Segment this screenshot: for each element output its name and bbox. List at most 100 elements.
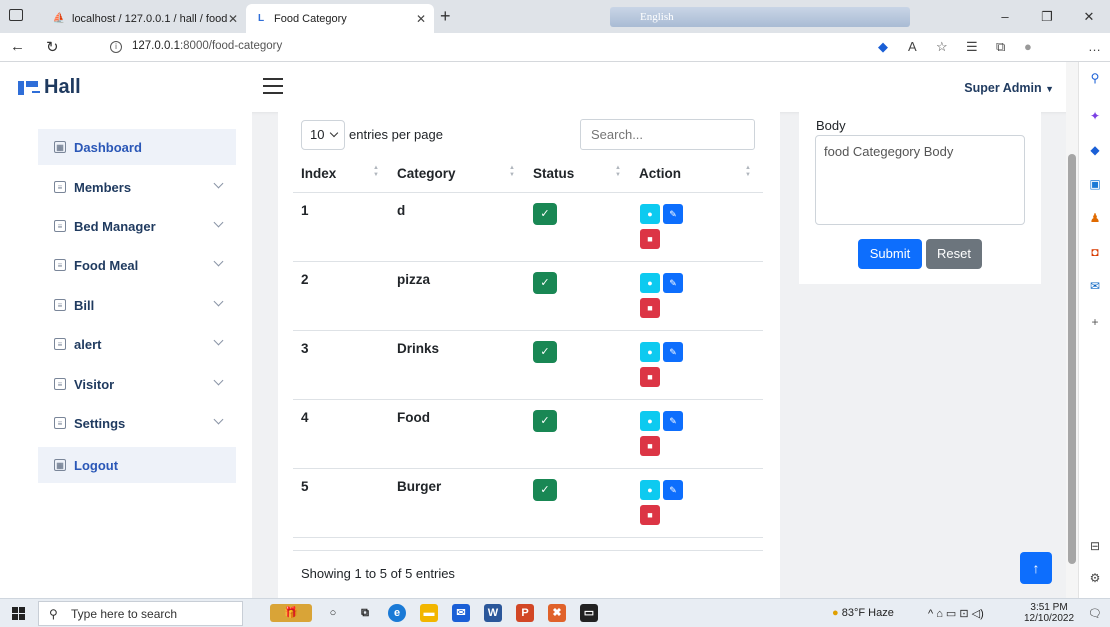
cortana-icon[interactable]: ○ [324,604,342,622]
table-row: 2 pizza ✓ ● ✎ ■ [293,262,763,331]
favorites-list-icon[interactable]: ☰ [966,39,978,55]
sidebar-item-logout[interactable]: ▦ Logout [38,447,236,483]
sidebar-item-visitor[interactable]: ≡ Visitor [38,366,236,402]
taskbar-search-field[interactable]: ⚲ Type here to search [38,601,243,626]
view-button[interactable]: ● [640,342,660,362]
row-index: 3 [301,341,309,356]
word-icon[interactable]: W [484,604,502,622]
minimize-icon[interactable]: – [984,0,1026,33]
body-textarea[interactable]: food Categegory Body [815,135,1025,225]
sidebar-item-food-meal[interactable]: ≡ Food Meal [38,247,236,283]
close-tab-icon[interactable]: ✕ [416,12,426,26]
status-check-button[interactable]: ✓ [533,203,557,225]
sidebar-item-settings[interactable]: ≡ Settings [38,405,236,441]
delete-button[interactable]: ■ [640,505,660,525]
close-window-icon[interactable]: ✕ [1068,0,1110,33]
file-explorer-icon[interactable]: ▬ [420,604,438,622]
refresh-icon[interactable]: ↻ [46,38,59,56]
edit-button[interactable]: ✎ [663,204,683,224]
outlook-icon[interactable]: ✉ [1087,278,1103,294]
url-host: 127.0.0.1 [132,40,180,52]
view-button[interactable]: ● [640,411,660,431]
sort-icon[interactable]: ▲ ▼ [373,165,379,179]
column-header-category[interactable]: Category [397,166,456,181]
sidebar-item-members[interactable]: ≡ Members [38,169,236,205]
status-check-button[interactable]: ✓ [533,341,557,363]
delete-button[interactable]: ■ [640,229,660,249]
language-bar[interactable]: English [610,7,910,27]
tab-phpmyadmin[interactable]: ⛵ localhost / 127.0.0.1 / hall / food ✕ [44,4,246,33]
delete-button[interactable]: ■ [640,367,660,387]
powerpoint-icon[interactable]: P [516,604,534,622]
sort-icon[interactable]: ▲ ▼ [745,165,751,179]
mail-icon[interactable]: ✉ [452,604,470,622]
view-button[interactable]: ● [640,204,660,224]
status-check-button[interactable]: ✓ [533,479,557,501]
sidebar-item-bill[interactable]: ≡ Bill [38,287,236,323]
clock-date: 12/10/2022 [1024,613,1075,624]
column-header-status[interactable]: Status [533,166,574,181]
submit-button[interactable]: Submit [858,239,922,269]
games-icon[interactable]: ♟ [1087,210,1103,226]
tab-actions-icon[interactable] [9,9,23,21]
read-aloud-icon[interactable]: A [908,39,917,54]
shopping-icon[interactable]: ◆ [1087,142,1103,158]
add-icon[interactable]: + [1087,314,1103,330]
collections-icon[interactable]: ⧉ [996,39,1005,55]
back-icon[interactable]: ← [10,38,25,55]
settings-icon[interactable]: ⚙ [1087,570,1103,586]
edit-button[interactable]: ✎ [663,411,683,431]
view-button[interactable]: ● [640,273,660,293]
edit-button[interactable]: ✎ [663,273,683,293]
scroll-to-top-button[interactable]: ↑ [1020,552,1052,584]
close-tab-icon[interactable]: ✕ [228,12,238,26]
edit-button[interactable]: ✎ [663,480,683,500]
xampp-icon[interactable]: ✖ [548,604,566,622]
tag-icon[interactable]: ◆ [878,39,888,55]
menu-toggle-icon[interactable] [263,78,283,94]
sort-icon[interactable]: ▲ ▼ [615,165,621,179]
copilot-icon[interactable]: ✦ [1087,108,1103,124]
new-tab-button[interactable]: + [440,6,451,27]
tab-food-category[interactable]: L Food Category ✕ [246,4,434,33]
user-menu[interactable]: Super Admin ▼ [964,81,1054,95]
site-info-icon[interactable]: i [110,41,122,53]
delete-button[interactable]: ■ [640,298,660,318]
view-button[interactable]: ● [640,480,660,500]
sidebar-item-bed-manager[interactable]: ≡ Bed Manager [38,208,236,244]
sidebar-item-dashboard[interactable]: ▦ Dashboard [38,129,236,165]
search-input[interactable] [580,119,755,150]
clock[interactable]: 3:51 PM 12/10/2022 [1024,602,1074,624]
status-check-button[interactable]: ✓ [533,272,557,294]
tools-icon[interactable]: ▣ [1087,176,1103,192]
favorite-icon[interactable]: ☆ [936,39,948,55]
sidebar-toggle-icon[interactable]: ⊟ [1087,538,1103,554]
entries-per-page-select[interactable]: 10 [301,120,345,150]
weather-widget[interactable]: ● 83°F Haze [832,607,894,619]
tray-icons[interactable]: ^ ⌂ ▭ ⊡ ◁) [928,607,984,620]
task-view-icon[interactable]: ⧉ [356,604,374,622]
column-header-index[interactable]: Index [301,166,336,181]
more-icon[interactable]: … [1088,39,1101,54]
brand-logo[interactable]: Hall [18,76,81,99]
edge-icon[interactable]: e [388,604,406,622]
restore-icon[interactable]: ❐ [1026,0,1068,33]
widgets-icon[interactable]: 🎁 [270,604,312,622]
url-field[interactable]: i 127.0.0.1:8000/food-category [110,40,282,53]
edit-button[interactable]: ✎ [663,342,683,362]
delete-button[interactable]: ■ [640,436,660,456]
reset-button[interactable]: Reset [926,239,982,269]
profile-icon[interactable]: ● [1024,39,1032,54]
row-category: Drinks [397,341,440,356]
scrollbar-thumb[interactable] [1068,154,1076,564]
office-icon[interactable]: ◘ [1087,244,1103,260]
status-check-button[interactable]: ✓ [533,410,557,432]
windows-start-icon[interactable] [12,607,25,620]
sidebar-item-alert[interactable]: ≡ alert [38,326,236,362]
terminal-icon[interactable]: ▭ [580,604,598,622]
search-icon[interactable]: ⚲ [1087,70,1103,86]
notifications-icon[interactable]: 🗨 [1088,607,1102,620]
page-scrollbar[interactable] [1066,62,1078,598]
sort-icon[interactable]: ▲ ▼ [509,165,515,179]
column-header-action[interactable]: Action [639,166,681,181]
